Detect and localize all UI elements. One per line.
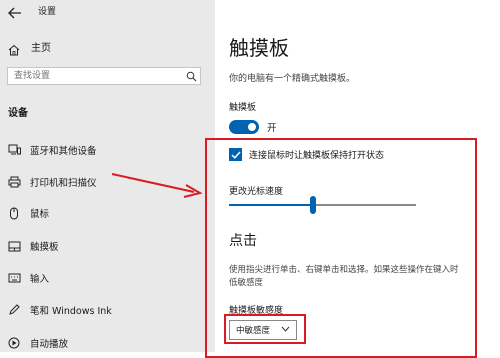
window-title: 设置 (38, 6, 57, 17)
autoplay-icon (7, 336, 21, 350)
bluetooth-devices-icon (7, 143, 21, 157)
search-box[interactable] (7, 67, 201, 85)
sidebar-item-pen[interactable]: 笔和 Windows Ink (0, 299, 215, 321)
touchpad-icon (7, 239, 21, 253)
sidebar-item-label: 触摸板 (30, 242, 59, 253)
sidebar-item-mouse[interactable]: 鼠标 (0, 202, 215, 224)
touchpad-toggle[interactable] (229, 120, 259, 134)
annotation-highlight-dropdown (224, 314, 306, 344)
sidebar-item-label: 打印机和扫描仪 (30, 178, 97, 189)
toggle-state-label: 开 (267, 123, 277, 134)
search-input[interactable] (8, 68, 182, 84)
sidebar-item-label: 笔和 Windows Ink (30, 306, 112, 317)
page-description: 你的电脑有一个精确式触摸板。 (229, 74, 356, 84)
back-arrow-icon[interactable] (8, 4, 24, 19)
home-icon (8, 41, 20, 55)
toggle-knob (248, 123, 256, 131)
printer-icon (7, 175, 21, 189)
search-icon[interactable] (182, 68, 200, 84)
page-title: 触摸板 (229, 36, 289, 60)
sidebar-item-autoplay[interactable]: 自动播放 (0, 332, 215, 354)
sidebar-item-label: 输入 (30, 274, 50, 285)
annotation-arrow-icon (111, 173, 203, 198)
sidebar-item-touchpad[interactable]: 触摸板 (0, 235, 215, 257)
sidebar-item-label: 鼠标 (30, 209, 50, 220)
mouse-icon (7, 206, 21, 220)
touchpad-toggle-label: 触摸板 (229, 103, 257, 113)
home-label: 主页 (31, 43, 51, 54)
sidebar-item-label: 自动播放 (30, 339, 69, 350)
sidebar-item-home[interactable]: 主页 (8, 39, 51, 55)
section-label-devices: 设备 (8, 108, 28, 119)
sidebar-item-bluetooth[interactable]: 蓝牙和其他设备 (0, 139, 215, 161)
pen-icon (7, 303, 21, 317)
keyboard-icon (7, 271, 21, 285)
title-bar: 设置 (8, 3, 57, 19)
sidebar-item-label: 蓝牙和其他设备 (30, 146, 97, 157)
sidebar-item-input[interactable]: 输入 (0, 267, 215, 289)
